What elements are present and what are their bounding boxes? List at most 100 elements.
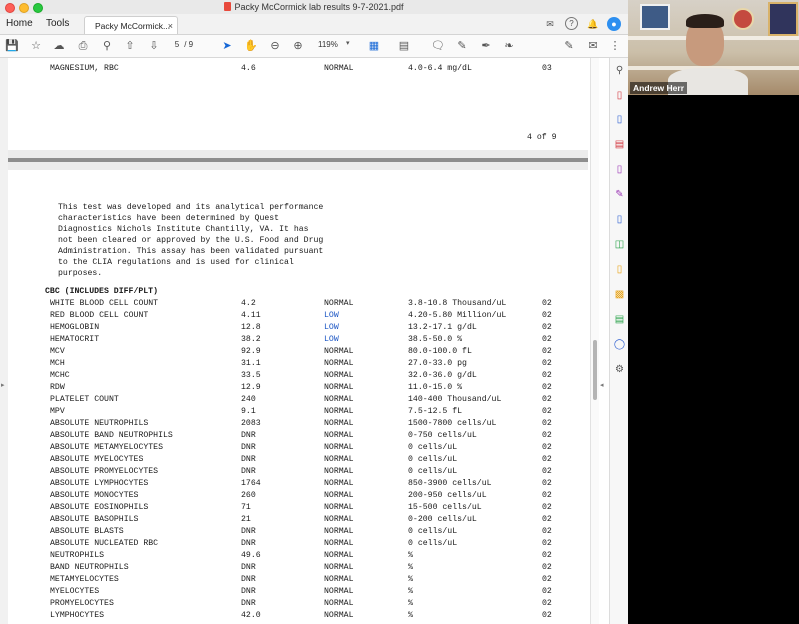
upload-icon[interactable]: ☁ xyxy=(51,38,67,54)
organize-icon[interactable]: ▯ xyxy=(613,163,626,176)
tab-home[interactable]: Home xyxy=(6,14,33,34)
save-icon[interactable]: 💾 xyxy=(4,38,20,54)
vertical-scrollbar[interactable] xyxy=(590,58,599,624)
section-title: CBC (INCLUDES DIFF/PLT) xyxy=(45,287,159,296)
tab-tools[interactable]: Tools xyxy=(46,14,69,34)
zoom-level[interactable]: 119% xyxy=(318,40,338,49)
more-tools-icon[interactable]: ⚙ xyxy=(613,363,626,376)
cell-lab: 02 xyxy=(542,527,552,536)
account-avatar-icon[interactable]: ● xyxy=(607,17,621,31)
document-viewer[interactable]: ▸ MAGNESIUM, RBC 4.6 NORMAL 4.0-6.4 mg/dL 03… xyxy=(0,58,609,624)
cell-flag: LOW xyxy=(324,311,339,320)
compress-icon[interactable]: ◫ xyxy=(613,238,626,251)
hand-icon[interactable]: ✋ xyxy=(243,38,259,54)
cell-flag: LOW xyxy=(324,323,339,332)
cell-result: DNR xyxy=(241,431,256,440)
cell-result: DNR xyxy=(241,587,256,596)
cell-lab: 02 xyxy=(542,347,552,356)
compare-icon[interactable]: ▤ xyxy=(613,313,626,326)
page-down-icon[interactable]: ⇩ xyxy=(146,38,162,54)
request-signature-icon[interactable]: ▯ xyxy=(613,263,626,276)
cell-result: 9.1 xyxy=(241,407,256,416)
page-number-box[interactable]: 5 / 9 xyxy=(172,40,193,49)
cell-lab: 02 xyxy=(542,419,552,428)
comment-icon[interactable]: ▩ xyxy=(613,288,626,301)
cursor-icon[interactable]: ➤ xyxy=(219,38,235,54)
scan-icon[interactable]: ▤ xyxy=(396,38,412,54)
cell-flag: NORMAL xyxy=(324,575,354,584)
print-icon[interactable]: ⎙ xyxy=(75,38,91,54)
protect-icon[interactable]: ◯ xyxy=(613,338,626,351)
chat-icon[interactable]: ✉ xyxy=(543,17,557,31)
cell-test: HEMATOCRIT xyxy=(50,335,100,344)
cell-test: ABSOLUTE PROMYELOCYTES xyxy=(50,467,159,476)
cell-lab: 02 xyxy=(542,467,552,476)
fill-sign-icon[interactable]: ✎ xyxy=(561,38,577,54)
collapse-right-panel-icon[interactable]: ◂ xyxy=(600,381,604,389)
zoom-dropdown-icon[interactable]: ▾ xyxy=(346,39,350,47)
highlight-icon[interactable]: ✎ xyxy=(454,38,470,54)
cell-result: 4.2 xyxy=(241,299,256,308)
email-icon[interactable]: ✉ xyxy=(585,38,601,54)
cell-range: 1500-7800 cells/uL xyxy=(408,419,497,428)
cell-result: 38.2 xyxy=(241,335,261,344)
zoom-in-icon[interactable]: ⊕ xyxy=(290,38,306,54)
disclaimer-line: purposes. xyxy=(58,269,103,278)
cell-lab: 02 xyxy=(542,335,552,344)
create-pdf-icon[interactable]: ▯ xyxy=(613,113,626,126)
cell-result: 1764 xyxy=(241,479,261,488)
tab-document-label: Packy McCormick... xyxy=(95,21,171,31)
expand-left-panel-icon[interactable]: ▸ xyxy=(1,381,5,389)
close-tab-icon[interactable]: × xyxy=(168,17,173,34)
cell-flag: NORMAL xyxy=(324,515,354,524)
cell-test: HEMOGLOBIN xyxy=(50,323,100,332)
left-panel-gutter[interactable]: ▸ xyxy=(0,58,8,624)
sign-icon[interactable]: ❧ xyxy=(501,38,517,54)
window-title: Packy McCormick lab results 9-7-2021.pdf xyxy=(234,2,404,12)
draw-icon[interactable]: ✒ xyxy=(478,38,494,54)
cell-test: MCHC xyxy=(50,371,70,380)
cell-flag: NORMAL xyxy=(324,64,354,73)
view-icon[interactable]: ▦ xyxy=(366,38,382,54)
fill-sign-icon[interactable]: ✎ xyxy=(613,188,626,201)
cell-test: ABSOLUTE BASOPHILS xyxy=(50,515,139,524)
cell-range: 0 cells/uL xyxy=(408,527,458,536)
cell-range: 200-950 cells/uL xyxy=(408,491,487,500)
cell-result: 49.6 xyxy=(241,551,261,560)
send-icon[interactable]: ▯ xyxy=(613,213,626,226)
tab-bar: Home Tools Packy McCormick... × ✉ ? 🔔 ● xyxy=(0,14,628,35)
page-up-icon[interactable]: ⇧ xyxy=(122,38,138,54)
search-icon[interactable]: ⚲ xyxy=(613,64,626,77)
notifications-bell-icon[interactable]: 🔔 xyxy=(586,17,600,31)
page-current[interactable]: 5 xyxy=(172,40,182,49)
cell-test: ABSOLUTE NEUTROPHILS xyxy=(50,419,149,428)
video-tile[interactable]: Andrew Herr xyxy=(628,0,799,95)
edit-pdf-icon[interactable]: ▤ xyxy=(613,138,626,151)
scrollbar-thumb[interactable] xyxy=(593,340,597,400)
cell-flag: NORMAL xyxy=(324,383,354,392)
cell-flag: NORMAL xyxy=(324,551,354,560)
export-pdf-icon[interactable]: ▯ xyxy=(613,89,626,102)
cell-result: DNR xyxy=(241,443,256,452)
cell-flag: NORMAL xyxy=(324,503,354,512)
tab-document[interactable]: Packy McCormick... × xyxy=(84,16,178,34)
video-panel-background xyxy=(628,95,799,624)
cell-test: BAND NEUTROPHILS xyxy=(50,563,129,572)
cell-test: PROMYELOCYTES xyxy=(50,599,114,608)
cell-test: ABSOLUTE LYMPHOCYTES xyxy=(50,479,149,488)
cell-flag: NORMAL xyxy=(324,491,354,500)
help-icon[interactable]: ? xyxy=(565,17,578,30)
bookmark-icon[interactable]: ☆ xyxy=(28,38,44,54)
comment-icon[interactable]: 🗨 xyxy=(430,38,446,54)
cell-flag: NORMAL xyxy=(324,443,354,452)
disclaimer-line: to the CLIA regulations and is used for … xyxy=(58,258,294,267)
cell-lab: 02 xyxy=(542,311,552,320)
page-total: / 9 xyxy=(184,40,194,49)
cell-flag: NORMAL xyxy=(324,431,354,440)
cell-range: 80.0-100.0 fL xyxy=(408,347,472,356)
search-icon[interactable]: ⚲ xyxy=(99,38,115,54)
zoom-out-icon[interactable]: ⊖ xyxy=(267,38,283,54)
more-icon[interactable]: ⋮ xyxy=(607,38,623,54)
cell-flag: NORMAL xyxy=(324,419,354,428)
shelf-ornament xyxy=(732,8,754,30)
